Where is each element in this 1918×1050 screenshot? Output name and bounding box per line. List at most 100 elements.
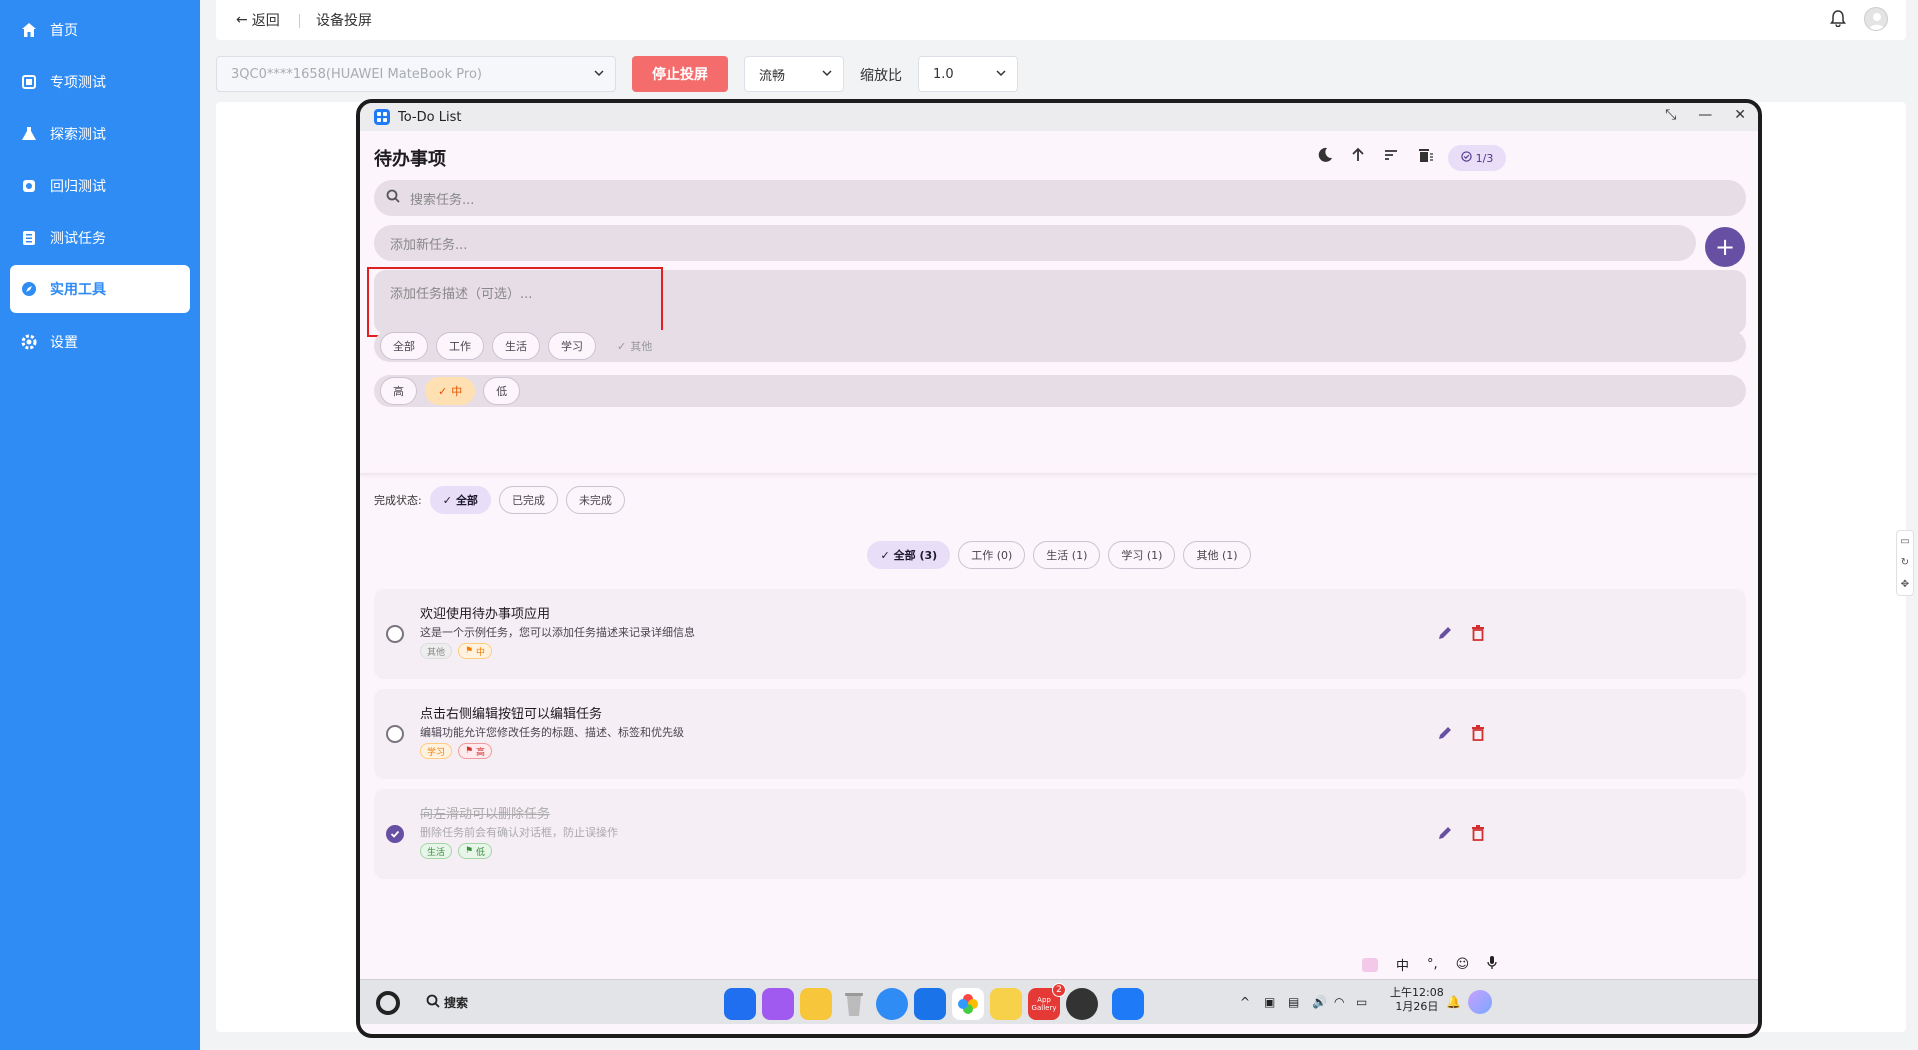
app-icon bbox=[374, 109, 390, 125]
move-icon[interactable]: ✥ bbox=[1901, 579, 1909, 590]
sidebar-item-regression-test[interactable]: 回归测试 bbox=[10, 162, 190, 210]
add-task-button[interactable]: + bbox=[1705, 227, 1745, 267]
priority-chip[interactable]: 低 bbox=[483, 377, 521, 405]
refresh-icon[interactable]: ↻ bbox=[1901, 557, 1909, 568]
priority-chip-selected[interactable]: ✓ 中 bbox=[425, 377, 476, 405]
sidebar-item-utilities[interactable]: 实用工具 bbox=[10, 265, 190, 313]
wifi-icon[interactable]: ◠ bbox=[1334, 995, 1344, 1009]
volume-icon[interactable]: 🔊 bbox=[1312, 995, 1327, 1009]
delete-icon[interactable] bbox=[1471, 725, 1485, 745]
files-icon[interactable] bbox=[800, 988, 832, 1020]
browser-icon[interactable] bbox=[876, 988, 908, 1020]
ime-app-icon[interactable] bbox=[1362, 957, 1378, 972]
task-item[interactable]: 欢迎使用待办事项应用 这是一个示例任务，您可以添加任务描述来记录详细信息 其他 … bbox=[374, 589, 1746, 679]
flask-icon bbox=[20, 125, 38, 143]
task-item[interactable]: 向左滑动可以删除任务 删除任务前会有确认对话框，防止误操作 生活 ⚑ 低 bbox=[374, 789, 1746, 879]
close-icon[interactable]: ✕ bbox=[1734, 107, 1746, 123]
list-icon bbox=[20, 229, 38, 247]
chat-icon[interactable]: ▭ bbox=[1900, 536, 1909, 547]
category-chip[interactable]: 学习 bbox=[548, 332, 596, 360]
dark-mode-icon[interactable] bbox=[1315, 145, 1335, 165]
filter-tab-selected[interactable]: ✓ 全部 (3) bbox=[867, 541, 951, 569]
clipboard-icon[interactable]: ▤ bbox=[1288, 995, 1299, 1009]
gear-icon bbox=[20, 333, 38, 351]
priority-tag: ⚑ 低 bbox=[458, 843, 492, 859]
delete-icon[interactable] bbox=[1471, 825, 1485, 845]
category-chip[interactable]: 生活 bbox=[492, 332, 540, 360]
check-icon: ✓ bbox=[442, 493, 452, 507]
status-label: 完成状态: bbox=[374, 494, 422, 507]
filter-tab[interactable]: 学习 (1) bbox=[1108, 541, 1176, 569]
search-icon bbox=[386, 189, 400, 207]
completed-count-badge[interactable]: 1/3 bbox=[1448, 145, 1506, 171]
status-filter-row: 完成状态: ✓ 全部 已完成 未完成 bbox=[374, 486, 625, 514]
sidebar-item-explore-test[interactable]: 探索测试 bbox=[10, 110, 190, 158]
microphone-icon[interactable] bbox=[1487, 955, 1497, 974]
sidebar-item-test-tasks[interactable]: 测试任务 bbox=[10, 214, 190, 262]
task-checkbox[interactable] bbox=[386, 725, 404, 743]
filter-tab[interactable]: 生活 (1) bbox=[1033, 541, 1101, 569]
filter-tab[interactable]: 工作 (0) bbox=[958, 541, 1026, 569]
back-button[interactable]: ← 返回 bbox=[236, 10, 280, 30]
emoji-icon[interactable]: ☺ bbox=[1456, 957, 1470, 972]
mail-icon[interactable] bbox=[914, 988, 946, 1020]
edit-icon[interactable] bbox=[1437, 725, 1453, 745]
battery-icon[interactable]: ▭ bbox=[1356, 995, 1367, 1009]
sidebar: 首页 专项测试 探索测试 回归测试 测试任务 实用工具 设置 bbox=[0, 0, 200, 1050]
status-chip[interactable]: 未完成 bbox=[565, 486, 625, 514]
task-item[interactable]: 点击右侧编辑按钮可以编辑任务 编辑功能允许您修改任务的标题、描述、标签和优先级 … bbox=[374, 689, 1746, 779]
delete-icon[interactable] bbox=[1471, 625, 1485, 645]
app-launcher-icon[interactable] bbox=[724, 988, 756, 1020]
status-chip-selected[interactable]: ✓ 全部 bbox=[429, 486, 491, 514]
home-button-icon[interactable] bbox=[376, 991, 400, 1015]
search-input[interactable]: 搜索任务... bbox=[374, 180, 1746, 216]
category-chip-selected[interactable]: ✓ 其他 bbox=[604, 332, 665, 360]
ime-language-toggle[interactable]: 中 bbox=[1396, 955, 1409, 974]
search-icon bbox=[426, 994, 440, 1011]
settings-icon[interactable] bbox=[1066, 988, 1098, 1020]
sidebar-item-label: 首页 bbox=[50, 23, 78, 39]
quality-select[interactable]: 流畅 bbox=[744, 56, 844, 92]
filter-tab[interactable]: 其他 (1) bbox=[1183, 541, 1251, 569]
trash-icon[interactable] bbox=[838, 988, 870, 1020]
ime-tray-icon[interactable]: ▣ bbox=[1264, 995, 1275, 1009]
avatar[interactable] bbox=[1864, 7, 1888, 31]
zoom-label: 缩放比 bbox=[860, 68, 902, 84]
edit-icon[interactable] bbox=[1437, 625, 1453, 645]
arrow-up-icon[interactable] bbox=[1348, 145, 1368, 165]
task-checkbox-checked[interactable] bbox=[386, 825, 404, 843]
chevron-up-icon[interactable]: ^ bbox=[1240, 995, 1250, 1009]
sidebar-item-label: 专项测试 bbox=[50, 75, 106, 91]
sidebar-item-label: 回归测试 bbox=[50, 179, 106, 195]
device-select[interactable]: 3QC0****1658(HUAWEI MateBook Pro) bbox=[216, 56, 616, 92]
task-checkbox[interactable] bbox=[386, 625, 404, 643]
status-chip[interactable]: 已完成 bbox=[498, 486, 558, 514]
ime-punctuation-toggle[interactable]: °, bbox=[1427, 957, 1438, 972]
clear-icon[interactable] bbox=[1415, 145, 1435, 165]
sidebar-item-special-test[interactable]: 专项测试 bbox=[10, 58, 190, 106]
bell-icon[interactable] bbox=[1829, 9, 1847, 31]
notification-bell-icon[interactable]: 🔔 bbox=[1446, 995, 1461, 1009]
category-chip[interactable]: 工作 bbox=[436, 332, 484, 360]
assistant-icon[interactable] bbox=[1468, 990, 1492, 1014]
todo-app-icon[interactable] bbox=[1112, 988, 1144, 1020]
chevron-down-icon bbox=[995, 67, 1007, 83]
check-circle-icon bbox=[1460, 151, 1472, 165]
priority-chip[interactable]: 高 bbox=[380, 377, 417, 405]
taskbar-search[interactable]: 搜索 bbox=[426, 994, 468, 1011]
sidebar-item-settings[interactable]: 设置 bbox=[10, 318, 190, 366]
sort-icon[interactable] bbox=[1381, 145, 1401, 165]
restore-icon[interactable]: ⤡ bbox=[1665, 107, 1676, 123]
multitask-icon[interactable] bbox=[762, 988, 794, 1020]
new-task-input[interactable]: 添加新任务... bbox=[374, 225, 1696, 261]
sidebar-item-home[interactable]: 首页 bbox=[10, 6, 190, 54]
ime-toolbar: 中 °, ☺ bbox=[1362, 955, 1497, 974]
clock[interactable]: 上午12:08 1月26日 bbox=[1390, 986, 1444, 1014]
minimize-icon[interactable]: — bbox=[1698, 107, 1712, 123]
notes-icon[interactable] bbox=[990, 988, 1022, 1020]
zoom-select[interactable]: 1.0 bbox=[918, 56, 1018, 92]
gallery-icon[interactable] bbox=[952, 988, 984, 1020]
edit-icon[interactable] bbox=[1437, 825, 1453, 845]
stop-mirroring-button[interactable]: 停止投屏 bbox=[632, 56, 728, 92]
category-chip[interactable]: 全部 bbox=[380, 332, 428, 360]
